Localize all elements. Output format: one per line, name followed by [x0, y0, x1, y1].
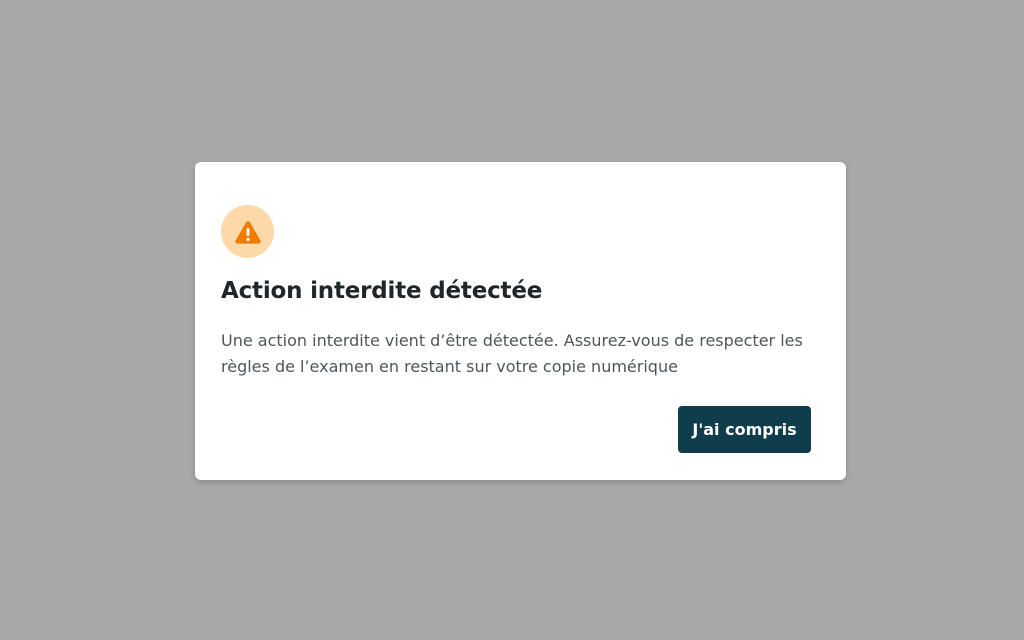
- forbidden-action-dialog: Action interdite détectée Une action int…: [195, 162, 846, 480]
- warning-triangle-icon: [234, 220, 261, 244]
- warning-icon-badge: [221, 205, 274, 258]
- dialog-title: Action interdite détectée: [221, 278, 543, 304]
- acknowledge-button[interactable]: J'ai compris: [678, 406, 811, 453]
- dialog-message: Une action interdite vient d’être détect…: [221, 331, 803, 376]
